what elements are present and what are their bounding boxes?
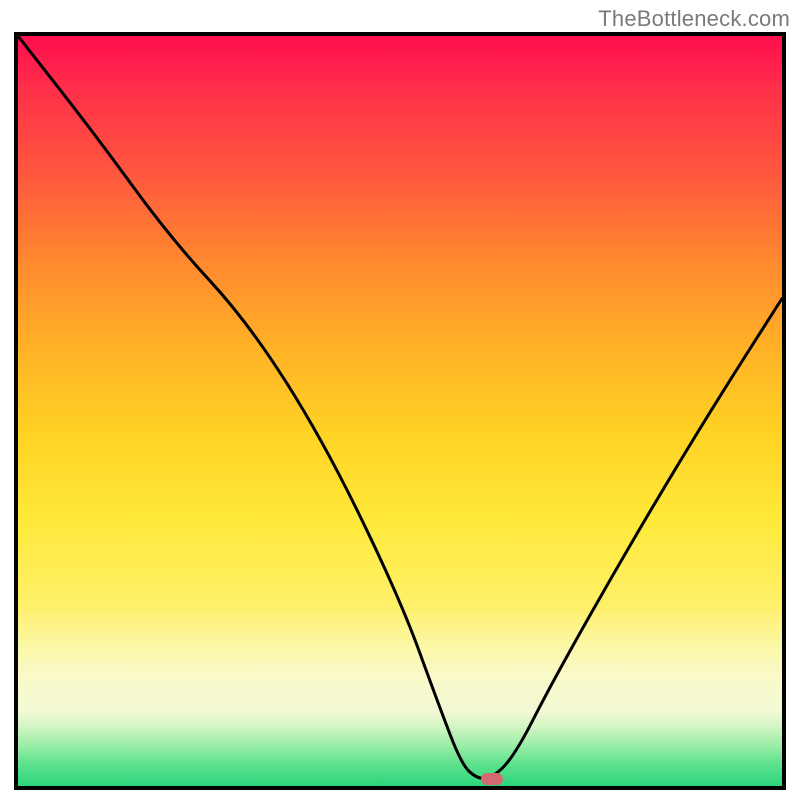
watermark-label: TheBottleneck.com [598,6,790,32]
chart-frame [14,32,786,790]
bottleneck-curve [18,36,782,786]
chart-container: TheBottleneck.com [0,0,800,800]
optimal-marker-icon [481,773,503,785]
chart-panel [18,36,782,786]
